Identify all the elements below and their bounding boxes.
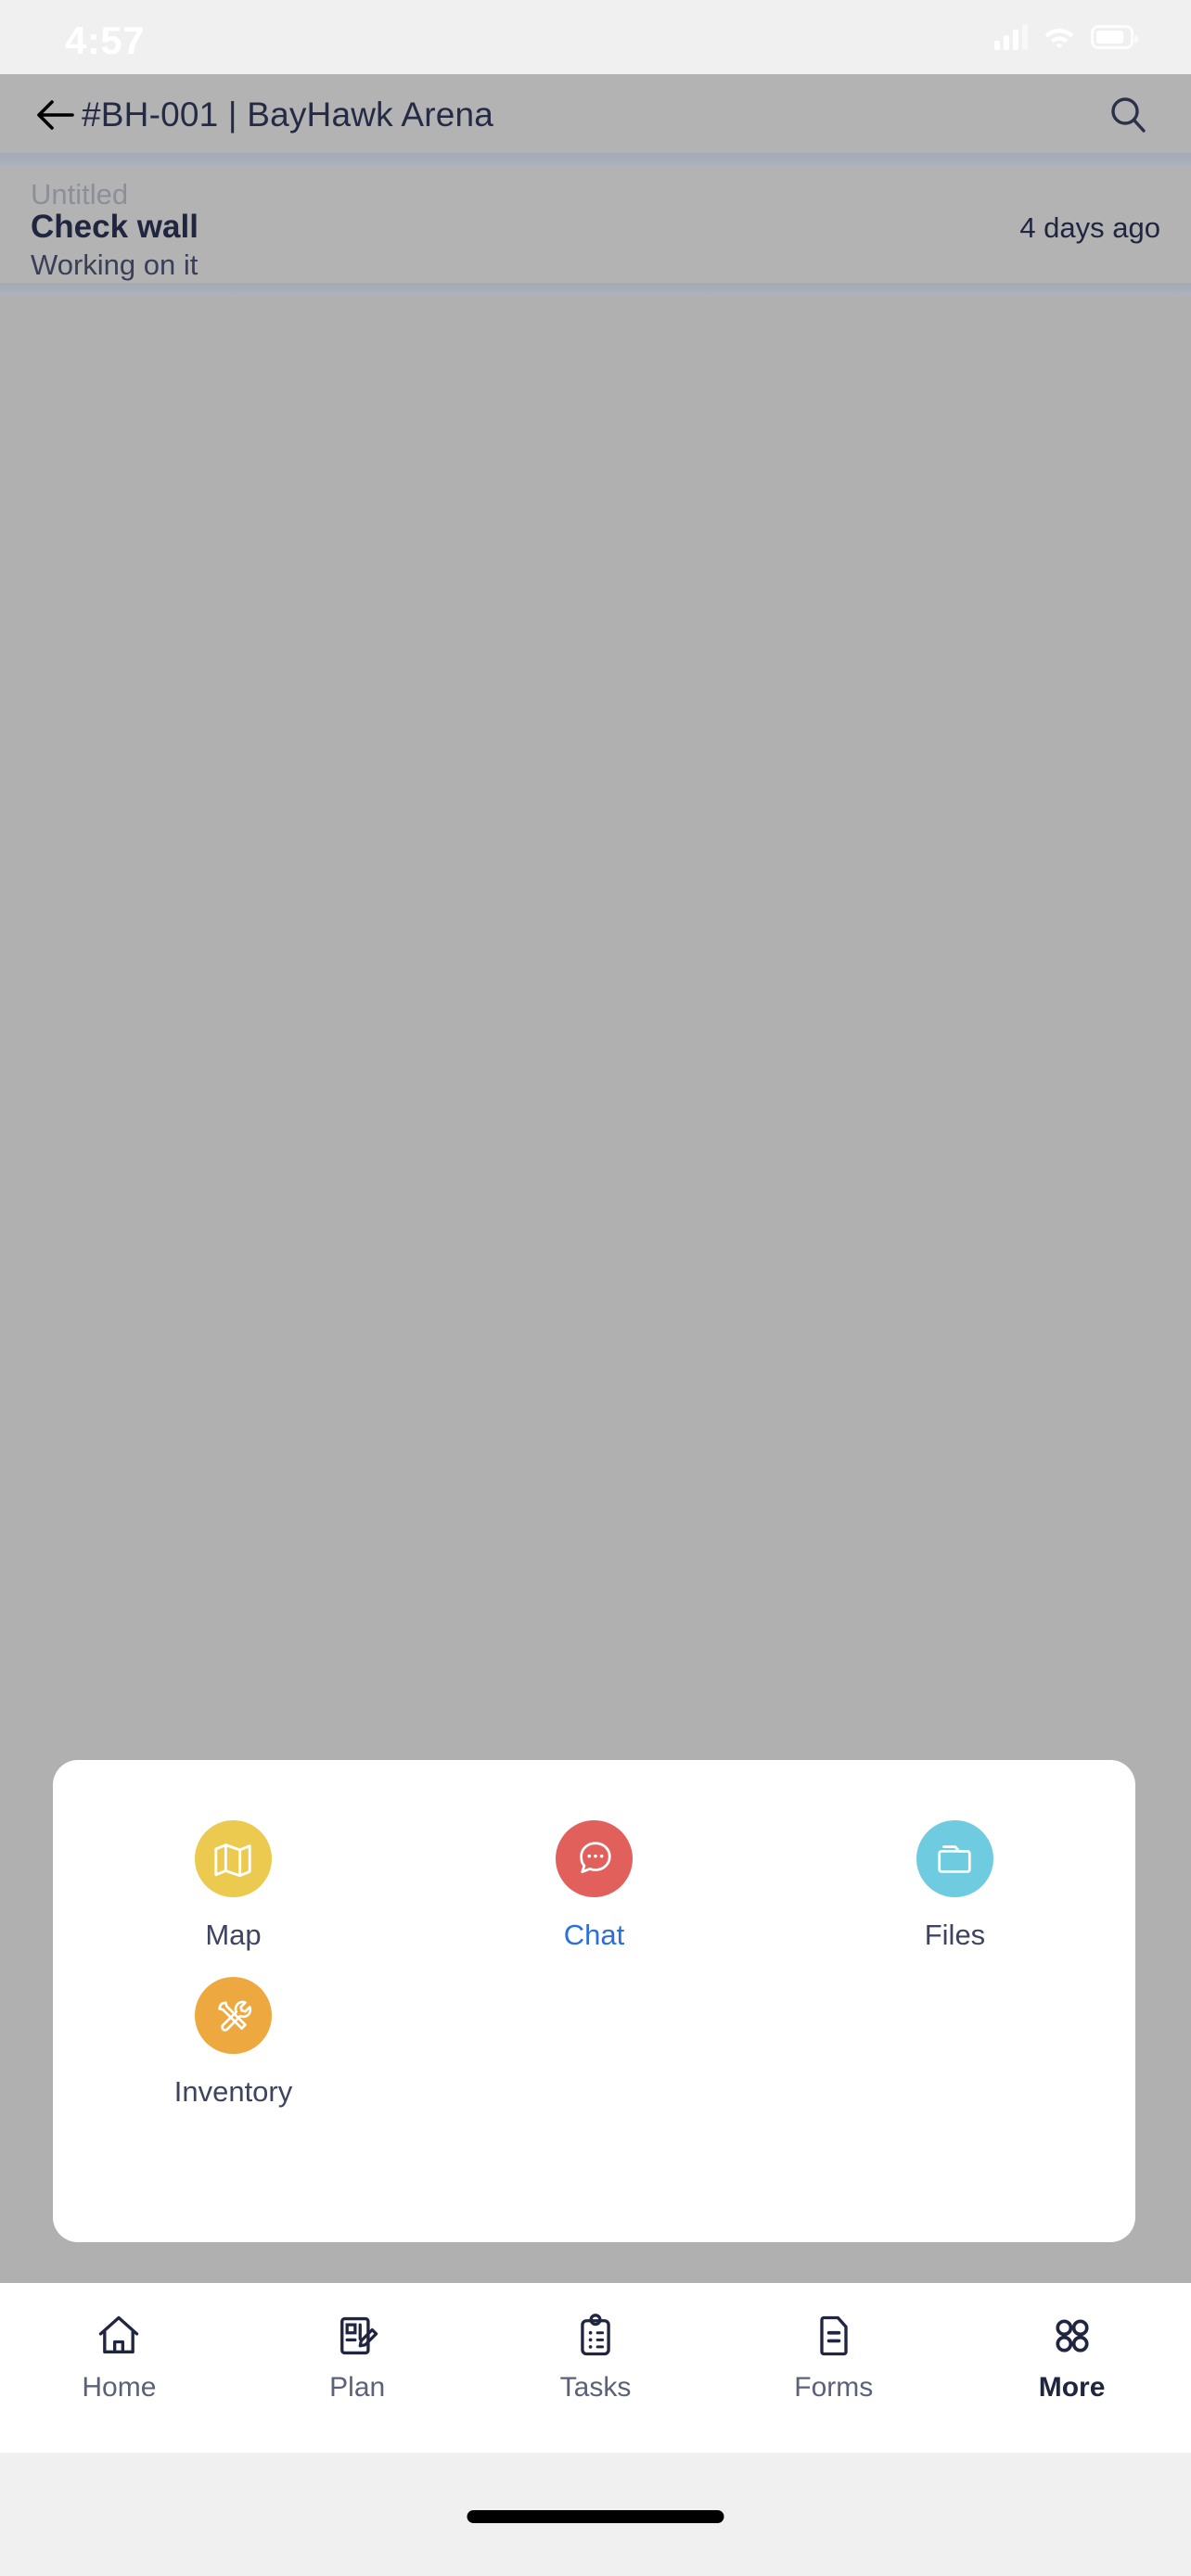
home-indicator[interactable] [467,2510,724,2523]
tab-label: Home [82,2372,157,2403]
tools-icon [218,2000,252,2032]
tab-home[interactable]: Home [0,2309,238,2404]
header-divider-top [0,153,1191,166]
more-menu-grid: Map Chat Files Inventory [53,1760,1135,2134]
tab-label: Forms [794,2372,874,2403]
app-header: #BH-001 | BayHawk Arena [0,74,1191,153]
signal-bars-icon [994,24,1028,50]
folder-icon-badge [916,1820,993,1897]
tools-icon-badge [194,1977,272,2054]
more-item-inventory[interactable]: Inventory [53,1977,414,2110]
tab-forms[interactable]: Forms [714,2309,953,2404]
home-indicator-bar [0,2453,1191,2576]
tab-plan[interactable]: Plan [238,2309,477,2404]
back-arrow-icon [37,100,74,130]
status-icons [994,24,1138,50]
home-icon-wrap [95,2309,143,2363]
status-time: 4:57 [65,19,146,62]
map-icon-badge [194,1820,272,1897]
chat-icon [580,1841,612,1873]
wifi-icon [1044,29,1074,49]
search-icon [1111,97,1146,133]
document-icon-wrap [810,2309,858,2363]
more-item-label: Files [924,1919,986,1951]
task-title: Check wall [31,209,198,245]
status-bar: 4:57 [0,0,1191,74]
tab-more[interactable]: More [953,2309,1191,2404]
map-icon [214,1843,252,1877]
chat-icon-badge [555,1820,633,1897]
task-card[interactable]: Untitled Check wall Working on it 4 days… [0,166,1191,283]
more-item-label: Map [205,1919,262,1951]
more-item-label: Inventory [173,2075,293,2108]
more-item-label: Chat [563,1919,625,1951]
task-status: Working on it [31,249,198,281]
home-icon [99,2315,139,2354]
tab-tasks[interactable]: Tasks [477,2309,715,2404]
tab-label: Plan [329,2372,386,2403]
search-button[interactable] [1102,89,1154,141]
more-menu-sheet: Map Chat Files Inventory [53,1760,1135,2242]
clipboard-icon [581,2314,610,2356]
grid-icon [1056,2319,1089,2353]
task-subtitle: Untitled [31,178,129,210]
back-button[interactable] [28,93,82,137]
tab-label: More [1038,2372,1106,2403]
grid-icon-wrap [1048,2309,1096,2363]
clipboard-icon-wrap [571,2309,620,2363]
task-card-divider-bottom [0,283,1191,296]
plan-edit-icon-wrap [333,2309,381,2363]
battery-icon [1091,25,1138,49]
document-icon [820,2315,848,2356]
phone-screen: 4:57 #BH-001 | BayHawk Arena Untitled Ch… [0,0,1191,2576]
more-item-files[interactable]: Files [775,1820,1135,1953]
page-title: #BH-001 | BayHawk Arena [82,96,494,134]
tab-label: Tasks [559,2372,632,2403]
plan-edit-icon [340,2316,378,2355]
bottom-tab-bar: Home Plan Tasks Forms More [0,2283,1191,2453]
more-item-map[interactable]: Map [53,1820,414,1953]
folder-icon [938,1844,972,1873]
more-item-chat[interactable]: Chat [414,1820,775,1953]
task-timestamp: 4 days ago [1019,211,1160,244]
